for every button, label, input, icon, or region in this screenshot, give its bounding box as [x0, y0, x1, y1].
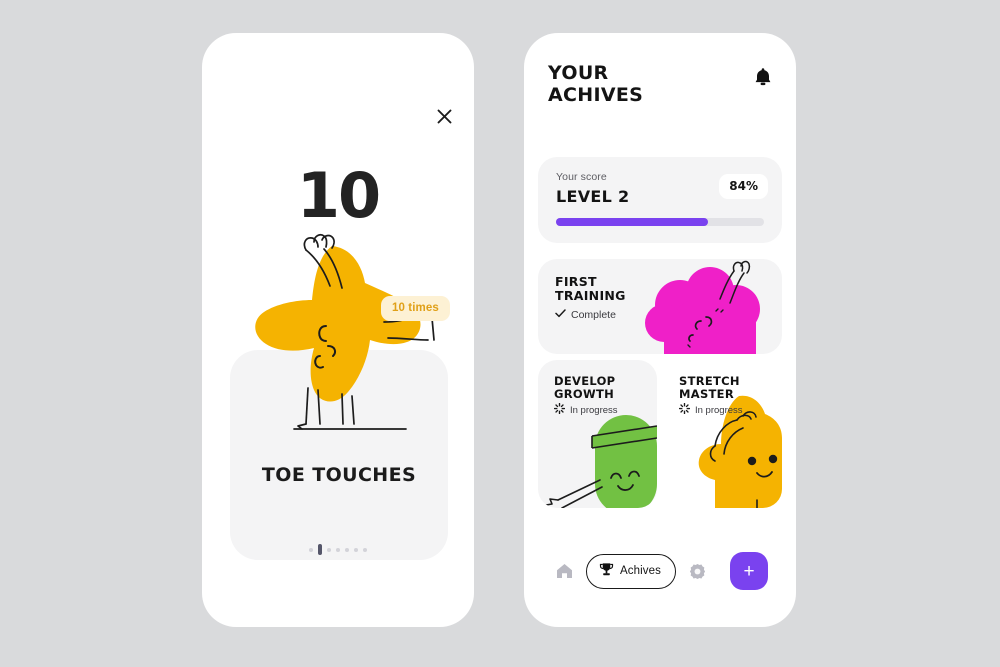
- exercise-title: TOE TOUCHES: [261, 464, 417, 486]
- close-icon[interactable]: [431, 103, 457, 129]
- page-title: YOUR ACHIVES: [548, 62, 644, 106]
- bottom-navbar: Achives +: [524, 551, 796, 591]
- pagination-dot[interactable]: [327, 547, 331, 552]
- trophy-icon: [599, 562, 614, 580]
- add-button[interactable]: +: [730, 552, 768, 590]
- achievement-card-first-training[interactable]: FIRST TRAINING Complete: [538, 259, 782, 354]
- achievement-status-label: In progress: [570, 404, 618, 416]
- tab-achives-label: Achives: [620, 564, 661, 577]
- achievement-card-develop-growth[interactable]: DEVELOP GROWTH In progress: [538, 360, 657, 508]
- progress-fill: [556, 218, 708, 226]
- pagination-dot[interactable]: [309, 547, 313, 552]
- progress-track: [556, 218, 764, 226]
- pagination-dot[interactable]: [336, 547, 340, 552]
- rep-count: 10: [296, 159, 381, 232]
- phone-screen-exercise: 10 TOE TOUCHES 10 times: [202, 33, 474, 627]
- achievement-status: Complete: [555, 309, 616, 321]
- achievement-title: DEVELOP GROWTH: [554, 374, 616, 401]
- achievement-status-label: Complete: [571, 309, 616, 321]
- bell-icon[interactable]: [754, 67, 772, 92]
- phone-screen-achievements: YOUR ACHIVES Your score LEVEL 2 84% FIRS…: [524, 33, 796, 627]
- home-icon[interactable]: [552, 559, 576, 583]
- times-badge: 10 times: [381, 296, 450, 321]
- gear-icon[interactable]: [686, 559, 710, 583]
- screenshot-canvas: 10 TOE TOUCHES 10 times YOUR ACHIVES You…: [0, 0, 1000, 667]
- spinner-icon: [553, 402, 566, 417]
- achievement-title: STRETCH MASTER: [679, 374, 740, 401]
- achievement-card-stretch-master[interactable]: STRETCH MASTER In progress: [663, 360, 782, 508]
- score-card: Your score LEVEL 2 84%: [538, 157, 782, 243]
- yellow-star-character: [202, 228, 474, 453]
- screen-header: YOUR ACHIVES: [524, 62, 796, 106]
- tab-achives[interactable]: Achives: [586, 553, 676, 589]
- pagination-dot[interactable]: [354, 547, 358, 552]
- achievement-title: FIRST TRAINING: [555, 274, 626, 303]
- percent-badge: 84%: [719, 174, 768, 199]
- pagination-dots[interactable]: [202, 544, 474, 555]
- achievement-status: In progress: [553, 402, 618, 417]
- check-icon: [555, 309, 566, 321]
- pagination-dot[interactable]: [363, 547, 367, 552]
- spinner-icon: [678, 402, 691, 417]
- pagination-dot-active[interactable]: [318, 544, 322, 555]
- achievement-status-label: In progress: [695, 404, 743, 416]
- pagination-dot[interactable]: [345, 547, 349, 552]
- achievement-status: In progress: [678, 402, 743, 417]
